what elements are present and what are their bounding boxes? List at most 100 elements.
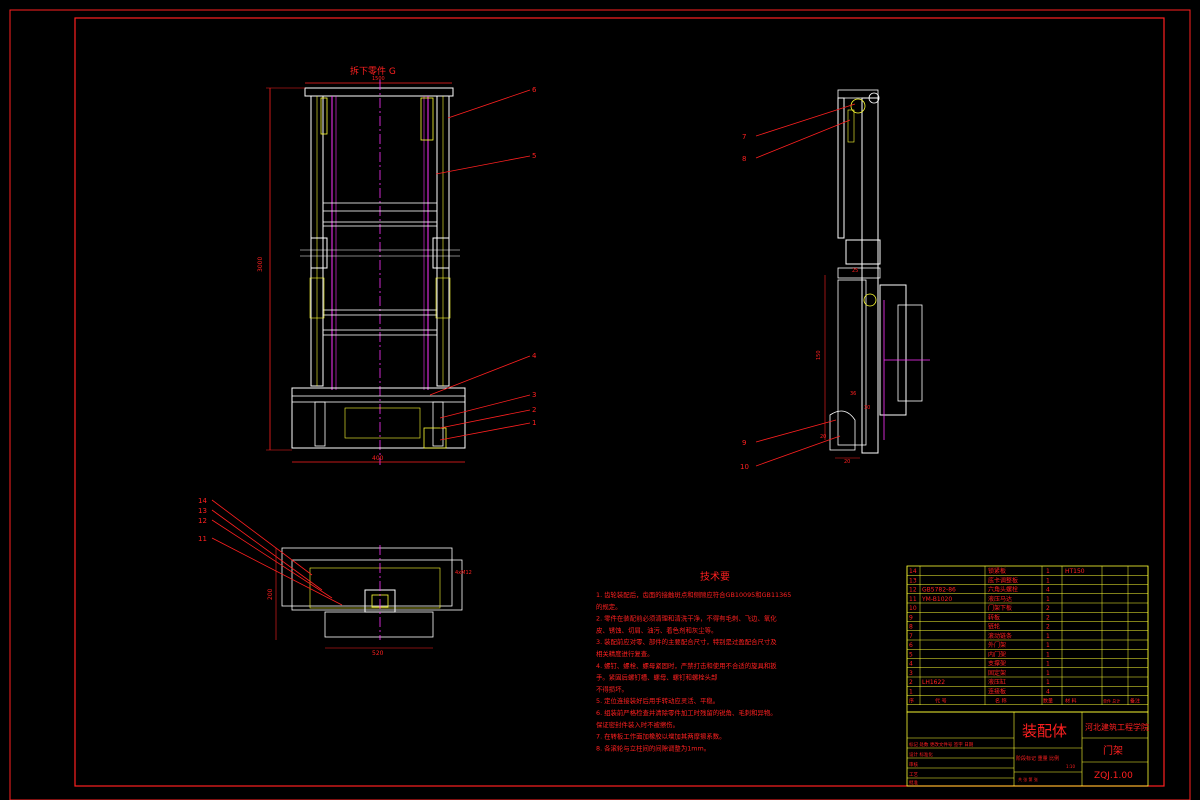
bom-row-qty: 1 xyxy=(1046,661,1050,668)
cad-drawing: 拆下零件 G 1500 3000 400 6 5 4 3 2 1 150 25 … xyxy=(9,9,1191,800)
tech-req-line: 4. 螺钉、螺栓、螺母紧固时，严禁打击和使用不合适的旋具和扳 xyxy=(596,661,777,670)
tech-req-line: 不得损坏。 xyxy=(596,684,628,693)
tech-req-line: 相关精度进行复查。 xyxy=(596,649,654,658)
bom-header-weight: 单件 总计 xyxy=(1103,698,1120,704)
balloon-3: 3 xyxy=(532,391,536,399)
bom-header-no: 序 xyxy=(909,698,914,705)
bom-row-qty: 1 xyxy=(1046,679,1050,686)
bottom-view: 200 520 4xM12 14 13 12 11 xyxy=(198,497,472,657)
bom-row-qty: 1 xyxy=(1046,577,1050,584)
balloon-11: 11 xyxy=(198,535,207,543)
balloon-5: 5 xyxy=(532,152,536,160)
bom-row-material: HT150 xyxy=(1065,568,1085,575)
bom-row-no: 2 xyxy=(909,679,913,686)
bom-row-qty: 1 xyxy=(1046,642,1050,649)
tech-req-line: 5. 定位连接装好后用手转动应灵活、平稳。 xyxy=(596,696,719,705)
bom-header-note: 备注 xyxy=(1130,698,1140,705)
bom-row-no: 3 xyxy=(909,670,913,677)
bom-row-qty: 1 xyxy=(1046,633,1050,640)
title-row-4: 批准 xyxy=(909,779,918,786)
balloon-8: 8 xyxy=(742,155,746,163)
bom-header-code: 代 号 xyxy=(935,698,947,705)
bom-row-name: 外门架 xyxy=(988,641,1006,649)
tech-req-line: 7. 在转板工作面加橡胶以增加其两摩擦系数。 xyxy=(596,732,726,741)
bottom-dim-h: 200 xyxy=(267,588,274,600)
bom-row-qty: 1 xyxy=(1046,596,1050,603)
title-row-1: 设计 标准化 xyxy=(909,751,933,758)
bom-row-name: 转板 xyxy=(988,613,1000,621)
tech-req-title: 技术要 xyxy=(700,570,730,583)
bom-row-name: 链轮 xyxy=(988,623,1000,631)
bom-row-name: 连接板 xyxy=(988,687,1006,695)
balloon-12: 12 xyxy=(198,517,207,525)
dim-top: 1500 xyxy=(372,76,385,82)
bom-row-name: 固定架 xyxy=(988,669,1006,677)
bom-header-material: 材 料 xyxy=(1065,698,1077,705)
tech-req-line: 8. 各滚轮与立柱间的间隙调整为1mm。 xyxy=(596,743,710,752)
bom-row-qty: 1 xyxy=(1046,651,1050,658)
dim-bottom: 400 xyxy=(372,455,384,462)
bom-row-no: 7 xyxy=(909,633,913,640)
balloon-7: 7 xyxy=(742,133,746,141)
title-row-3: 工艺 xyxy=(909,772,918,778)
bom-row-qty: 2 xyxy=(1046,605,1050,612)
front-view: 拆下零件 G 1500 3000 400 6 5 4 3 2 1 xyxy=(257,65,537,465)
tech-req-line: 3. 装配前应对零、部件的主要配合尺寸，特别是过盈配合尺寸及 xyxy=(596,637,777,646)
title-row-2: 审核 xyxy=(909,761,918,768)
bom-row-no: 13 xyxy=(909,577,917,584)
bom-row-qty: 1 xyxy=(1046,670,1050,677)
balloon-1: 1 xyxy=(532,419,536,427)
side-dim-d: 20 xyxy=(820,434,826,440)
tech-req-line: 保证密封件装入时不被擦伤。 xyxy=(596,720,679,729)
bom-header-name: 名 称 xyxy=(995,698,1007,705)
bom-row-qty: 2 xyxy=(1046,614,1050,621)
title-row-0: 标记 处数 更改文件号 签字 日期 xyxy=(909,741,974,748)
balloon-13: 13 xyxy=(198,507,207,515)
bom-row-name: 滚动链条 xyxy=(988,632,1012,640)
bom-row-no: 5 xyxy=(909,651,913,658)
title-school: 河北建筑工程学院 xyxy=(1085,722,1149,732)
bottom-note: 4xM12 xyxy=(455,570,472,576)
bom-row-no: 1 xyxy=(909,688,913,695)
title-code: ZQJ.1.00 xyxy=(1094,771,1133,781)
tech-req-line: 皮、锈蚀、切屑、油污、着色剂和灰尘等。 xyxy=(596,625,717,634)
side-dim-b: 30 xyxy=(864,405,870,411)
bottom-dim-w: 520 xyxy=(372,650,384,657)
bom-row-no: 14 xyxy=(909,568,917,575)
bom-row-no: 11 xyxy=(909,596,917,603)
bom-row-no: 12 xyxy=(909,587,917,594)
bom-row-name: 六角头螺栓 xyxy=(988,586,1018,594)
balloon-4: 4 xyxy=(532,352,537,360)
side-dim-e: 36 xyxy=(850,391,856,397)
bom-row-no: 4 xyxy=(909,661,913,668)
balloon-6: 6 xyxy=(532,86,537,94)
bom-row-name: 液压缸 xyxy=(988,678,1006,686)
bom-row-name: 锁紧板 xyxy=(988,567,1006,575)
bom-row-qty: 1 xyxy=(1046,568,1050,575)
bom-row-code: GB5782-86 xyxy=(922,587,956,594)
tech-requirements: 技术要 1. 齿轮装配后，齿面的接触斑点和侧隙应符合GB10095和GB1136… xyxy=(596,570,791,752)
title-sheet: 共 张 第 张 xyxy=(1018,776,1038,782)
bom-row-no: 9 xyxy=(909,614,913,621)
side-view: 150 25 30 20 36 20 7 8 9 10 xyxy=(740,89,930,471)
bom-row-name: 液压马达 xyxy=(988,595,1012,603)
bom-row-name: 内门架 xyxy=(988,650,1006,658)
tech-req-line: 手。紧固后螺钉槽、螺母、螺钉和螺栓头部 xyxy=(596,673,718,682)
bom-row-name: 支撑架 xyxy=(988,660,1006,668)
tech-req-line: 2. 零件在装配前必须清理和清洗干净，不得有毛刺、飞边、氧化 xyxy=(596,614,777,623)
bom-row-name: 底卡调整板 xyxy=(988,576,1018,584)
balloon-2: 2 xyxy=(532,406,536,414)
title-type: 装配体 xyxy=(1022,722,1067,740)
tech-req-line: 1. 齿轮装配后，齿面的接触斑点和侧隙应符合GB10095和GB11365 xyxy=(596,590,791,599)
side-dim-a: 25 xyxy=(852,268,858,274)
bom-row-name: 门架下板 xyxy=(988,604,1012,612)
balloon-10: 10 xyxy=(740,463,749,471)
bom-row-qty: 4 xyxy=(1046,688,1050,695)
title-stage: 阶段标记 重量 比例 xyxy=(1016,755,1059,762)
bom-row-code: YM-B1020 xyxy=(921,596,952,603)
bom-row-no: 10 xyxy=(909,605,917,612)
balloon-14: 14 xyxy=(198,497,207,505)
bom-row-code: LH1622 xyxy=(922,679,945,686)
bom-row-no: 8 xyxy=(909,624,913,631)
bom-row-qty: 2 xyxy=(1046,624,1050,631)
